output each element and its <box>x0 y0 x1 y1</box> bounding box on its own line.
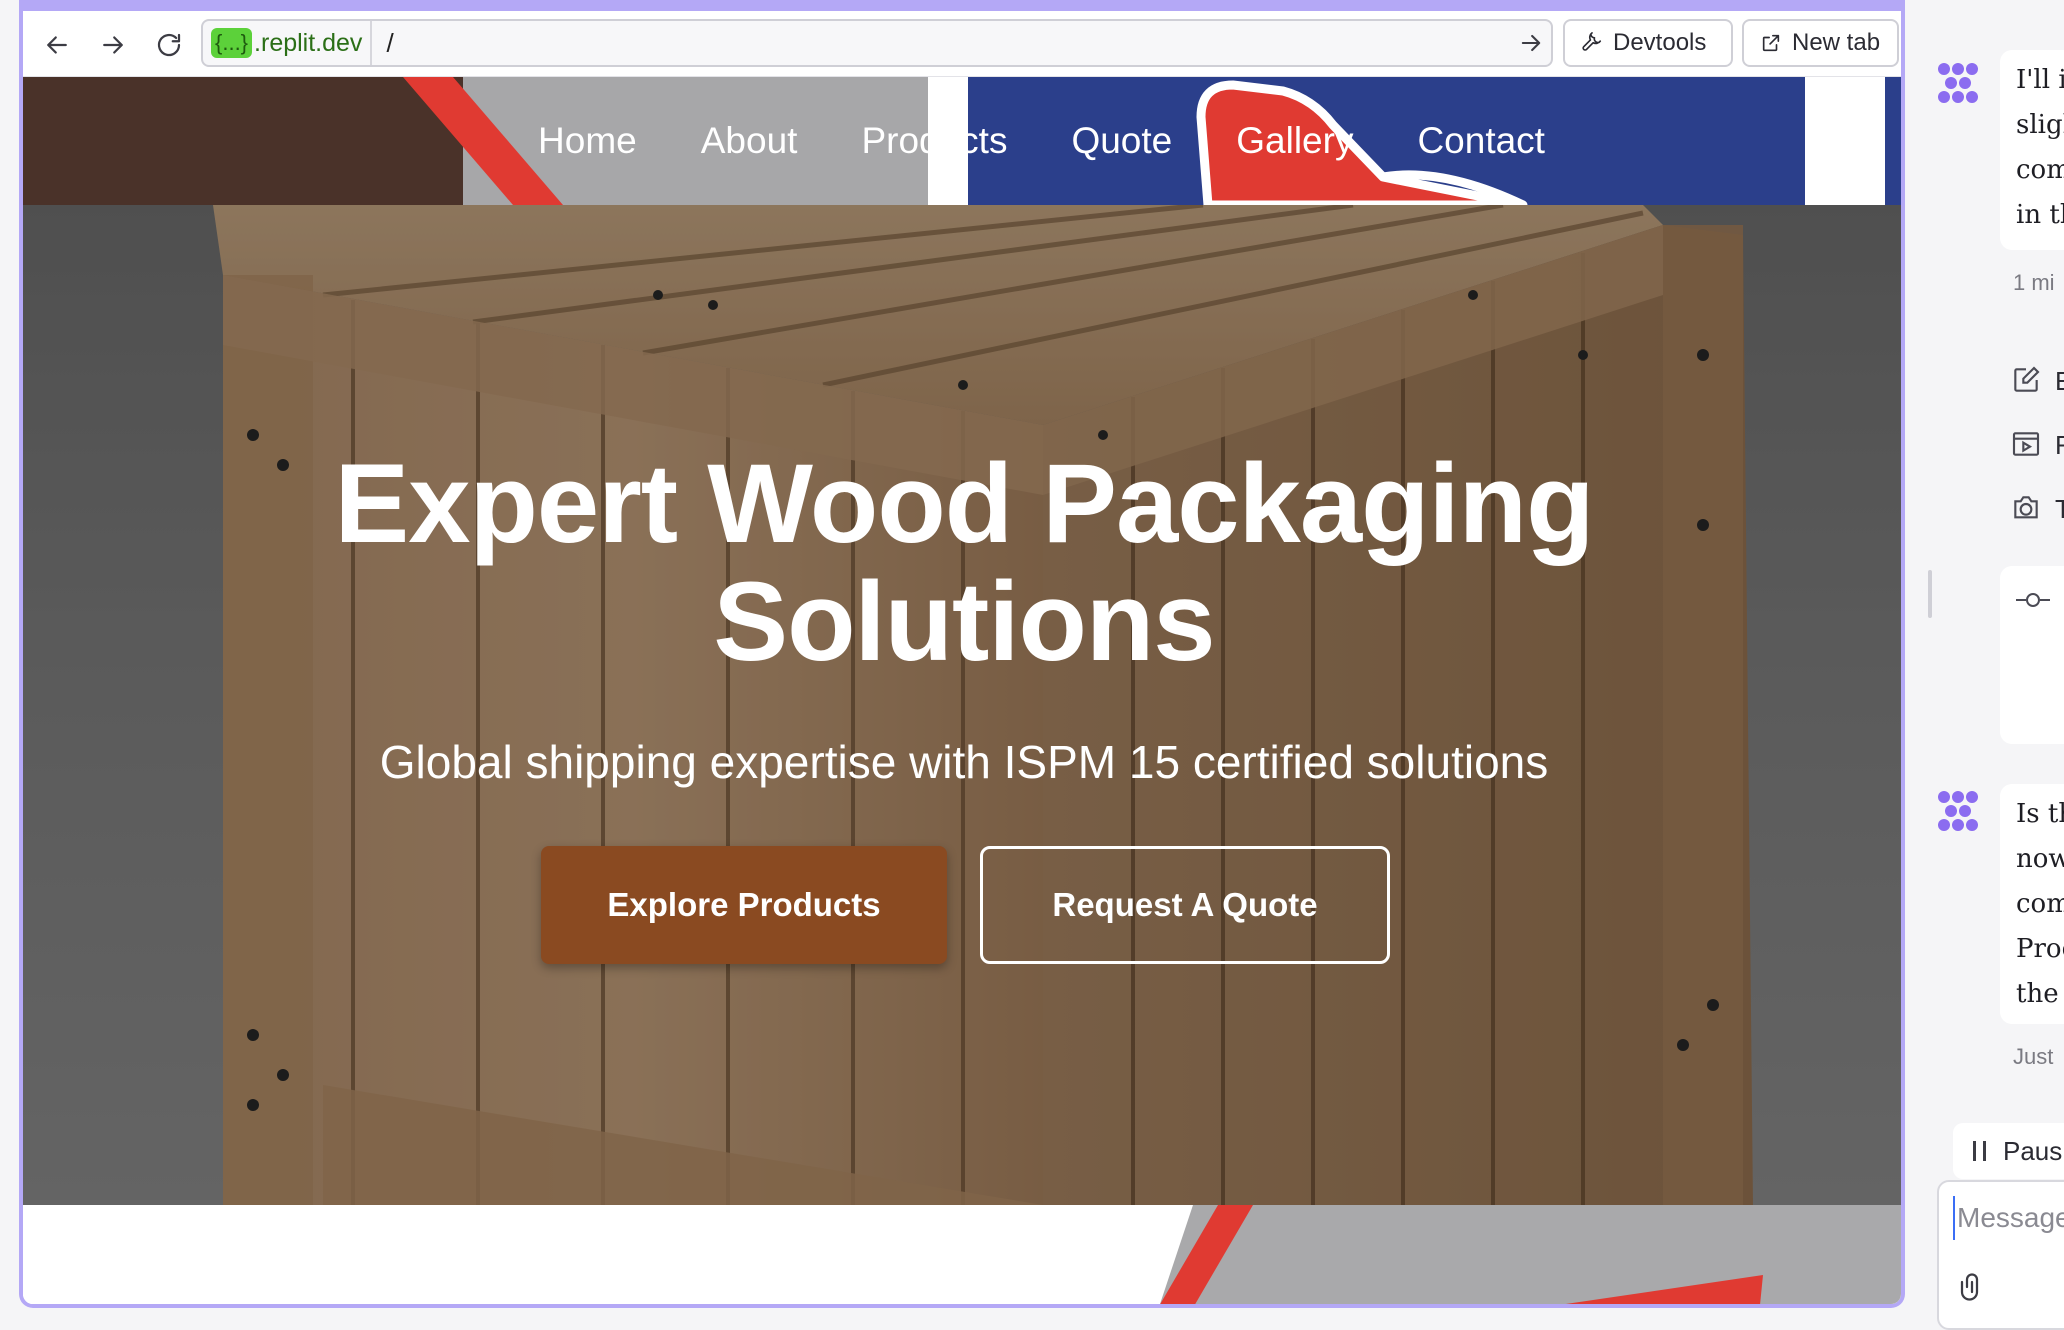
url-bar[interactable]: {...} .replit.dev / <box>201 19 1553 67</box>
message-input[interactable] <box>1953 1196 2064 1240</box>
agent-avatar-icon <box>1938 63 1978 103</box>
nav-link-contact[interactable]: Contact <box>1417 120 1545 162</box>
step-label[interactable]: T <box>2055 494 2064 525</box>
msg2-timestamp: Just <box>2013 1044 2054 1069</box>
hero-title-line2: Solutions <box>713 559 1215 684</box>
camera-icon <box>2014 496 2038 519</box>
message-composer[interactable] <box>1937 1180 2064 1330</box>
msg2-line: now <box>2016 844 2064 874</box>
agent-message-1: I'll i sligh com in th <box>2000 50 2064 250</box>
arrow-right-icon[interactable] <box>93 25 133 65</box>
msg1-line: sligh <box>2016 110 2064 140</box>
website-viewport: Home About Products Quote Gallery Contac… <box>23 77 1901 1304</box>
nav-link-gallery[interactable]: Gallery <box>1236 120 1353 162</box>
nav-link-about[interactable]: About <box>701 120 798 162</box>
play-icon <box>2012 432 2040 456</box>
nav-link-products[interactable]: Products <box>861 120 1007 162</box>
hero-overlay <box>23 205 1901 1205</box>
request-quote-button[interactable]: Request A Quote <box>980 846 1390 964</box>
step-label[interactable]: F <box>2055 430 2064 461</box>
preview-toolbar: {...} .replit.dev / Devtools New tab <box>23 11 1901 77</box>
wrench-icon <box>1582 32 1602 51</box>
url-path-input[interactable]: / <box>372 28 1511 59</box>
url-host-text: .replit.dev <box>254 28 363 57</box>
external-link-icon <box>1762 34 1780 52</box>
preview-pane: {...} .replit.dev / Devtools New tab Hom… <box>19 0 1905 1308</box>
pause-icon <box>1973 1141 1986 1161</box>
msg1-line: com <box>2016 155 2064 185</box>
msg1-timestamp: 1 mi <box>2013 270 2055 295</box>
msg1-line: in th <box>2016 200 2064 230</box>
checkpoint-card[interactable] <box>2000 566 2064 744</box>
pause-button[interactable]: Paus <box>1953 1123 2064 1179</box>
pause-label: Paus <box>2003 1135 2063 1166</box>
msg1-line: I'll i <box>2016 65 2064 95</box>
hero-title-line1: Expert Wood Packaging <box>334 441 1595 566</box>
msg2-line: com <box>2016 889 2064 919</box>
nav-link-quote[interactable]: Quote <box>1071 120 1172 162</box>
commit-icon <box>2016 593 2050 607</box>
msg2-line: the r <box>2016 979 2064 1009</box>
agent-message-2: Is th now com Proc the r <box>2000 784 2064 1024</box>
next-section <box>23 1205 1901 1304</box>
section-decoration <box>1160 1205 1901 1304</box>
devtools-label: Devtools <box>1613 29 1707 56</box>
new-tab-label: New tab <box>1792 29 1881 56</box>
step-label[interactable]: E <box>2055 366 2064 397</box>
nav-link-home[interactable]: Home <box>538 120 637 162</box>
explore-products-button[interactable]: Explore Products <box>541 846 947 964</box>
url-badge: {...} <box>211 28 253 58</box>
main-nav: Home About Products Quote Gallery Contac… <box>23 77 1901 205</box>
url-host: {...} .replit.dev <box>203 21 373 65</box>
devtools-button[interactable]: Devtools <box>1563 19 1733 67</box>
attach-paperclip-icon[interactable] <box>1957 1272 1987 1302</box>
hero-subtitle: Global shipping expertise with ISPM 15 c… <box>379 736 1549 788</box>
hero-section: Expert Wood Packaging Solutions Global s… <box>23 205 1901 1205</box>
hero-title: Expert Wood Packaging Solutions <box>23 445 1901 681</box>
go-arrow-icon[interactable] <box>1511 23 1551 63</box>
msg2-line: Proc <box>2016 934 2064 964</box>
arrow-left-icon[interactable] <box>37 25 77 65</box>
agent-avatar-icon <box>1938 791 1978 831</box>
site-header: Home About Products Quote Gallery Contac… <box>23 77 1901 205</box>
edit-icon <box>2014 366 2040 392</box>
resize-handle[interactable] <box>1928 570 1932 618</box>
reload-icon[interactable] <box>149 25 189 65</box>
msg2-line: Is th <box>2016 799 2064 829</box>
new-tab-button[interactable]: New tab <box>1742 19 1899 67</box>
